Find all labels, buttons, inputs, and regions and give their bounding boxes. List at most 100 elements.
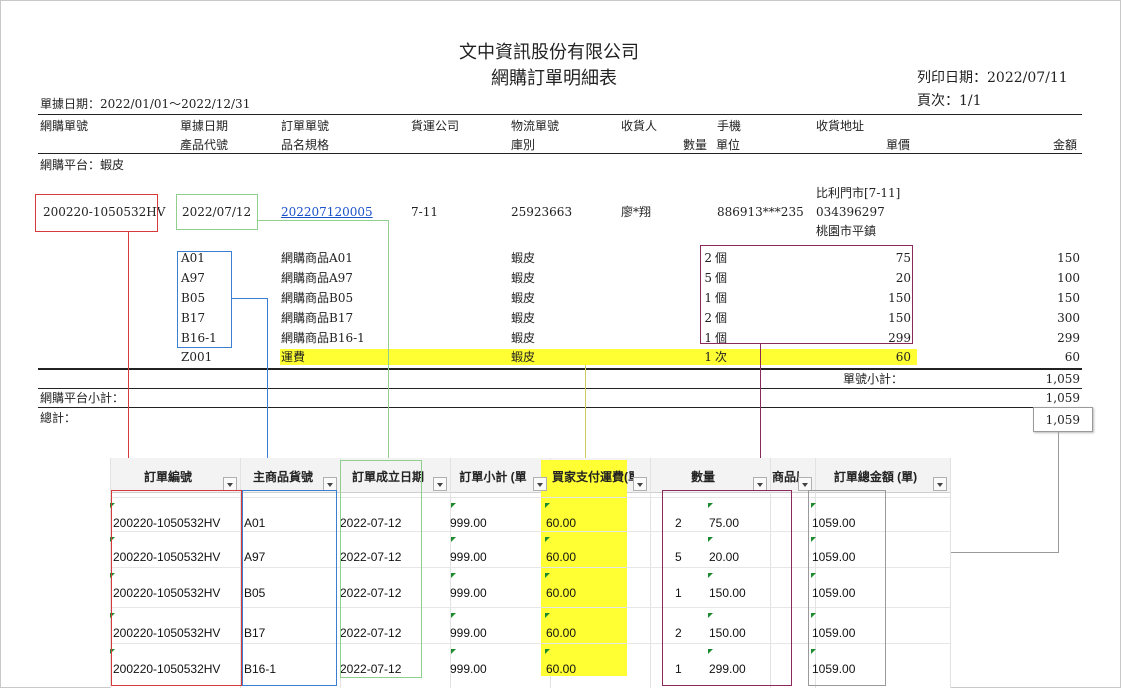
item-amount: 299	[1057, 331, 1080, 345]
sheet-cell-order-subtotal[interactable]: 999.00	[450, 586, 487, 600]
item-name: 網購商品B17	[281, 311, 354, 325]
connector-blue-h	[232, 298, 268, 299]
sheet-header-shipping-fee: 買家支付運費(單	[552, 470, 634, 484]
sheet-cell-shipping-fee[interactable]: 60.00	[546, 662, 576, 676]
col-product-code: 產品代號	[180, 138, 229, 152]
header-rule-top	[38, 114, 1082, 115]
product-code-highlight-box	[177, 251, 232, 348]
sheet-date-box	[340, 460, 422, 678]
col-amount: 金額	[1053, 138, 1078, 152]
col-order-no: 訂單單號	[281, 119, 330, 133]
item-amount: 150	[1057, 251, 1080, 265]
platform-label: 網購平台：蝦皮	[40, 158, 125, 172]
number-as-text-indicator	[545, 537, 550, 542]
item-store: 蝦皮	[511, 331, 536, 345]
item-store: 蝦皮	[511, 291, 536, 305]
item-store: 蝦皮	[511, 350, 536, 364]
shipping-row-highlight	[280, 349, 917, 365]
item-store: 蝦皮	[511, 251, 536, 265]
address-line-3: 桃園市平鎮	[816, 224, 877, 238]
filter-dropdown-icon[interactable]	[433, 477, 447, 491]
platform-rule	[38, 388, 1082, 389]
filter-dropdown-icon[interactable]	[323, 477, 337, 491]
sheet-cell-shipping-fee[interactable]: 60.00	[546, 550, 576, 564]
item-name: 網購商品A01	[281, 251, 353, 265]
sheet-cell-shipping-fee[interactable]: 60.00	[546, 516, 576, 530]
sheet-cell-order-subtotal[interactable]: 999.00	[450, 626, 487, 640]
print-date: 列印日期：2022/07/11	[917, 70, 1068, 86]
order-subtotal: 1,059	[1045, 372, 1080, 386]
total-rule	[38, 407, 1082, 408]
sheet-cell-order-subtotal[interactable]: 999.00	[450, 662, 487, 676]
col-qty: 數量	[683, 138, 708, 152]
connector-gray-v	[1058, 432, 1059, 553]
connector-green-v	[388, 220, 389, 461]
date-highlight-box	[176, 194, 258, 230]
date-range: 單據日期：2022/01/01～2022/12/31	[40, 97, 251, 111]
number-as-text-indicator	[545, 503, 550, 508]
spreadsheet-excerpt: 訂單編號主商品貨號訂單成立日期訂單小計 (單買家支付運費(單數量商品原價 (品訂…	[110, 458, 951, 688]
sheet-header-original-price: 商品原價 (品	[772, 470, 799, 484]
item-name: 網購商品A97	[281, 271, 353, 285]
col-store: 庫別	[511, 138, 536, 152]
sheet-qty-price-box	[662, 490, 792, 686]
report-title: 網購訂單明細表	[491, 68, 617, 89]
company-name: 文中資訊股份有限公司	[459, 42, 639, 63]
sheet-header-main-sku: 主商品貨號	[252, 470, 313, 484]
qty-price-highlight-box	[700, 245, 913, 344]
number-as-text-indicator	[451, 649, 456, 654]
number-as-text-indicator	[451, 573, 456, 578]
sheet-cell-shipping-fee[interactable]: 60.00	[546, 586, 576, 600]
order-no-link[interactable]: 202207120005	[281, 205, 373, 219]
address-line-2: 034396297	[816, 205, 885, 219]
number-as-text-indicator	[451, 503, 456, 508]
item-store: 蝦皮	[511, 311, 536, 325]
sheet-header-quantity: 數量	[690, 470, 715, 484]
connector-red	[128, 232, 129, 458]
filter-dropdown-icon[interactable]	[753, 477, 767, 491]
sheet-col-line	[650, 458, 651, 688]
platform-subtotal: 1,059	[1045, 391, 1080, 405]
connector-green-h	[258, 220, 389, 221]
subtotal-rule	[38, 368, 1082, 370]
order-no-highlight-box	[35, 194, 158, 232]
sheet-cell-order-subtotal[interactable]: 999.00	[450, 550, 487, 564]
header-rule-bottom	[38, 153, 1082, 154]
number-as-text-indicator	[545, 613, 550, 618]
address-line-1: 比利門市[7-11]	[816, 186, 901, 200]
sheet-order-no-box	[111, 490, 242, 686]
sheet-header-order-total: 訂單總金額 (單)	[833, 470, 918, 484]
sheet-sku-box	[242, 490, 337, 686]
item-code: Z001	[181, 350, 213, 364]
order-subtotal-label: 單號小計：	[843, 372, 904, 386]
receiver: 廖*翔	[621, 205, 652, 219]
filter-dropdown-icon[interactable]	[933, 477, 947, 491]
phone: 886913***235	[717, 205, 804, 219]
col-address: 收貨地址	[816, 119, 865, 133]
sheet-col-line	[950, 458, 951, 688]
page-number: 頁次：1/1	[917, 93, 982, 109]
col-receiver: 收貨人	[621, 119, 658, 133]
item-name: 網購商品B05	[281, 291, 354, 305]
filter-dropdown-icon[interactable]	[633, 477, 647, 491]
sheet-header-order-number: 訂單編號	[143, 470, 192, 484]
col-unit-price: 單價	[886, 138, 911, 152]
filter-dropdown-icon[interactable]	[798, 477, 812, 491]
item-store: 蝦皮	[511, 271, 536, 285]
item-qty: 1	[704, 350, 712, 364]
col-online-order-no: 網購單號	[40, 119, 89, 133]
sheet-cell-order-subtotal[interactable]: 999.00	[450, 516, 487, 530]
item-amount: 60	[1064, 350, 1080, 364]
carrier: 7-11	[411, 205, 438, 219]
item-name: 運費	[281, 350, 306, 364]
sheet-cell-shipping-fee[interactable]: 60.00	[546, 626, 576, 640]
col-phone: 手機	[717, 119, 742, 133]
col-product-name: 品名規格	[281, 138, 330, 152]
filter-dropdown-icon[interactable]	[533, 477, 547, 491]
number-as-text-indicator	[545, 573, 550, 578]
platform-subtotal-label: 網購平台小計：	[40, 391, 125, 405]
sheet-total-box	[808, 490, 886, 686]
filter-dropdown-icon[interactable]	[223, 477, 237, 491]
item-name: 網購商品B16-1	[281, 331, 365, 345]
item-amount: 300	[1057, 311, 1080, 325]
